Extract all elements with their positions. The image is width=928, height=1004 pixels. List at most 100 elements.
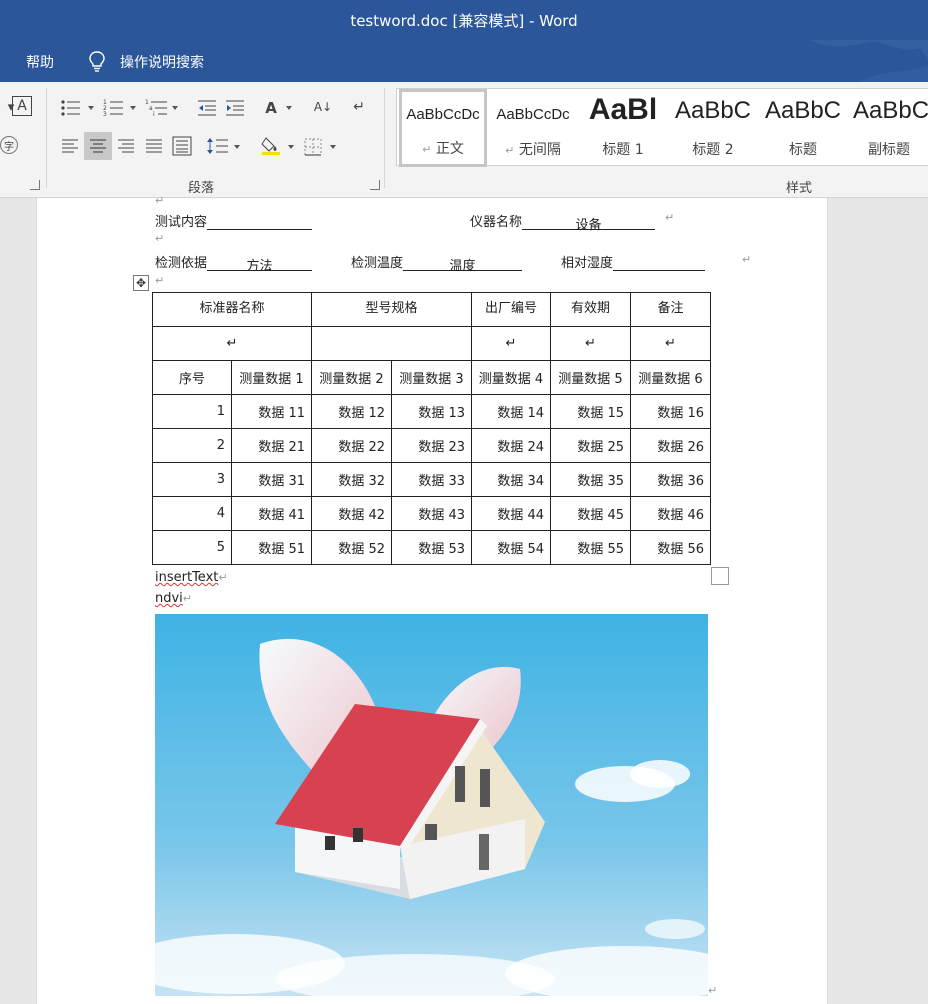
shading-dropdown-icon[interactable]: [288, 145, 294, 149]
humidity-line[interactable]: 相对湿度: [561, 252, 706, 271]
borders-icon[interactable]: [304, 138, 322, 156]
lightbulb-icon[interactable]: [88, 50, 106, 72]
table-header-cell[interactable]: 标准器名称: [152, 292, 312, 327]
style-heading-2[interactable]: AaBbC 标题 2: [669, 89, 757, 167]
table-cell[interactable]: 数据 55: [550, 530, 631, 565]
table-cell[interactable]: 数据 24: [471, 428, 551, 463]
table-cell[interactable]: ↵: [152, 326, 312, 361]
bullets-dropdown-icon[interactable]: [88, 106, 94, 110]
table-cell[interactable]: 数据 44: [471, 496, 551, 531]
increase-indent-icon[interactable]: [224, 98, 246, 118]
table-cell[interactable]: 数据 33: [391, 462, 472, 497]
table-cell[interactable]: 4: [152, 496, 232, 531]
table-cell[interactable]: 数据 45: [550, 496, 631, 531]
table-cell[interactable]: 数据 25: [550, 428, 631, 463]
table-cell[interactable]: 数据 43: [391, 496, 472, 531]
table-subheader-cell[interactable]: 测量数据 2: [311, 360, 392, 395]
table-header-cell[interactable]: 有效期: [550, 292, 631, 327]
table-cell[interactable]: 数据 22: [311, 428, 392, 463]
align-right-icon[interactable]: [116, 138, 136, 154]
distributed-icon[interactable]: [172, 136, 192, 156]
paragraph-launcher-icon[interactable]: [370, 180, 380, 190]
table-cell[interactable]: 数据 14: [471, 394, 551, 429]
table-cell[interactable]: 数据 21: [231, 428, 312, 463]
table-cell[interactable]: 数据 23: [391, 428, 472, 463]
temperature-line[interactable]: 检测温度 温度: [351, 252, 523, 274]
table-cell[interactable]: 数据 41: [231, 496, 312, 531]
table-cell[interactable]: 2: [152, 428, 232, 463]
table-header-cell[interactable]: 备注: [630, 292, 711, 327]
table-cell[interactable]: 数据 36: [630, 462, 711, 497]
table-cell[interactable]: 数据 46: [630, 496, 711, 531]
table-cell[interactable]: 3: [152, 462, 232, 497]
text-box-icon[interactable]: A: [12, 96, 32, 116]
table-cell[interactable]: [311, 326, 472, 361]
insert-text-line[interactable]: insertText↵: [155, 570, 228, 585]
multilevel-dropdown-icon[interactable]: [172, 106, 178, 110]
table-subheader-cell[interactable]: 测量数据 1: [231, 360, 312, 395]
font-launcher-icon[interactable]: [30, 180, 40, 190]
ndvi-line[interactable]: ndvi↵: [155, 591, 192, 606]
multilevel-list-icon[interactable]: 1ai: [145, 98, 169, 118]
table-subheader-cell[interactable]: 测量数据 3: [391, 360, 472, 395]
table-cell[interactable]: 数据 52: [311, 530, 392, 565]
table-cell[interactable]: 数据 15: [550, 394, 631, 429]
table-cell[interactable]: ↵: [471, 326, 551, 361]
table-header-cell[interactable]: 型号规格: [311, 292, 472, 327]
style-title[interactable]: AaBbC 标题: [759, 89, 847, 167]
align-center-button[interactable]: [84, 132, 112, 160]
line-spacing-dropdown-icon[interactable]: [234, 145, 240, 149]
chinese-layout-dropdown-icon[interactable]: [286, 106, 292, 110]
align-left-icon[interactable]: [60, 138, 80, 154]
table-subheader-cell[interactable]: 测量数据 6: [630, 360, 711, 395]
temperature-value[interactable]: 温度: [403, 255, 523, 274]
table-subheader-cell[interactable]: 序号: [152, 360, 232, 395]
table-header-cell[interactable]: 出厂编号: [471, 292, 551, 327]
data-table[interactable]: 标准器名称 型号规格 出厂编号 有效期 备注 ↵ ↵ ↵ ↵ 序号 测量数据 1…: [152, 292, 711, 565]
line-spacing-icon[interactable]: [206, 136, 230, 156]
numbering-icon[interactable]: 123: [103, 98, 125, 118]
basis-value[interactable]: 方法: [207, 255, 313, 274]
test-content-blank[interactable]: [207, 214, 313, 230]
decrease-indent-icon[interactable]: [196, 98, 218, 118]
table-cell[interactable]: 数据 53: [391, 530, 472, 565]
table-cell[interactable]: 数据 11: [231, 394, 312, 429]
table-cell[interactable]: 数据 56: [630, 530, 711, 565]
table-cell[interactable]: 数据 35: [550, 462, 631, 497]
numbering-dropdown-icon[interactable]: [130, 106, 136, 110]
style-normal[interactable]: AaBbCcDc ↵ 正文: [399, 89, 487, 167]
table-cell[interactable]: 数据 12: [311, 394, 392, 429]
instrument-line[interactable]: 仪器名称 设备: [470, 211, 656, 233]
basis-line[interactable]: 检测依据 方法: [155, 252, 313, 274]
table-subheader-cell[interactable]: 测量数据 5: [550, 360, 631, 395]
table-cell[interactable]: 数据 26: [630, 428, 711, 463]
justify-icon[interactable]: [144, 138, 164, 154]
bullets-icon[interactable]: [60, 98, 82, 118]
enclose-character-icon[interactable]: 字: [0, 136, 18, 154]
shading-icon[interactable]: [260, 134, 282, 156]
table-cell[interactable]: ↵: [550, 326, 631, 361]
table-cell[interactable]: 数据 42: [311, 496, 392, 531]
table-cell[interactable]: 1: [152, 394, 232, 429]
flying-house-image[interactable]: [155, 614, 708, 996]
style-heading-1[interactable]: AaBl 标题 1: [579, 89, 667, 167]
table-cell[interactable]: 数据 32: [311, 462, 392, 497]
borders-dropdown-icon[interactable]: [330, 145, 336, 149]
instrument-value[interactable]: 设备: [522, 214, 656, 233]
tell-me-search[interactable]: 操作说明搜索: [120, 52, 204, 72]
table-cell[interactable]: 数据 34: [471, 462, 551, 497]
table-cell[interactable]: 数据 31: [231, 462, 312, 497]
sort-icon[interactable]: A↓: [312, 96, 334, 118]
help-tab[interactable]: 帮助: [26, 52, 54, 72]
chinese-layout-icon[interactable]: A: [260, 97, 282, 119]
table-cell[interactable]: 数据 51: [231, 530, 312, 565]
show-marks-icon[interactable]: ↵: [348, 96, 370, 118]
humidity-blank[interactable]: [613, 255, 706, 271]
table-cell[interactable]: 5: [152, 530, 232, 565]
table-move-handle-icon[interactable]: ✥: [133, 275, 149, 291]
table-cell[interactable]: ↵: [630, 326, 711, 361]
test-content-line[interactable]: 测试内容: [155, 211, 313, 230]
table-cell[interactable]: 数据 16: [630, 394, 711, 429]
style-no-spacing[interactable]: AaBbCcDc ↵ 无间隔: [489, 89, 577, 167]
style-subtitle[interactable]: AaBbC 副标题: [849, 89, 928, 167]
